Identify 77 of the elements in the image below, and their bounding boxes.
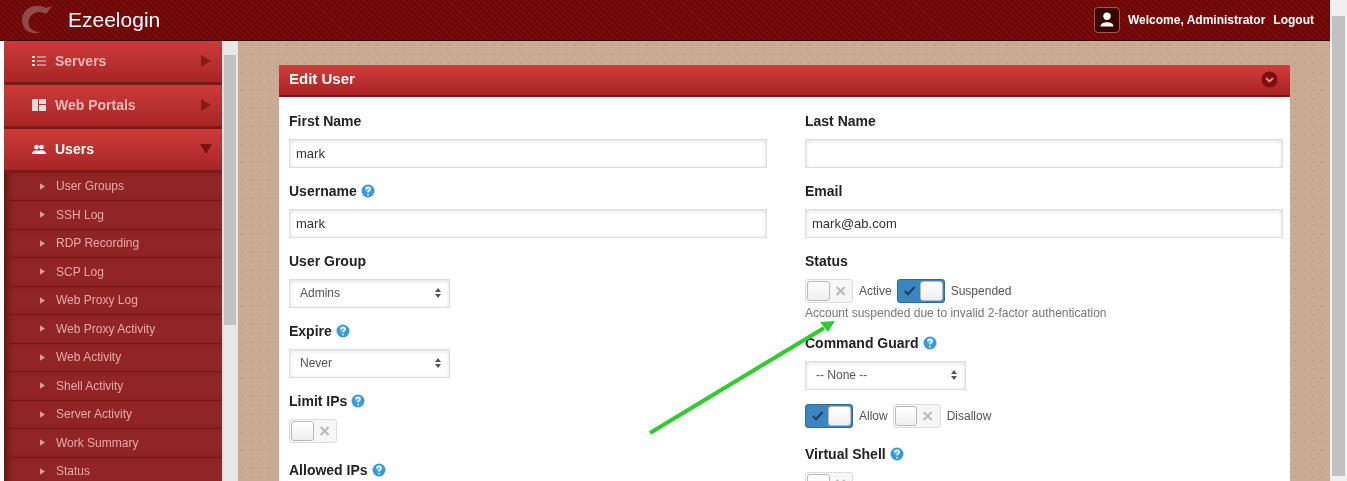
caret-icon [951,370,957,381]
option-label: Suspended [950,282,1012,300]
tiles-icon [32,98,46,113]
bullet-icon [40,410,45,418]
bullet-icon [40,182,45,190]
welcome-text: Welcome, Administrator [1127,11,1266,29]
field-label: User Group [289,251,366,270]
option-label: Disallow [946,407,992,425]
bullet-icon [40,268,45,276]
text-field[interactable] [805,138,1283,168]
caret-icon [435,358,441,369]
cross-icon [922,409,934,422]
bullet-icon [40,353,45,361]
logout-link[interactable]: Logout [1273,10,1314,29]
bullet-icon [40,382,45,390]
list-icon [32,54,46,69]
bullet-icon [40,211,45,219]
field-label: Username [289,181,357,200]
brand-name: Ezeelogin [68,7,161,34]
sidebar-subitem[interactable]: Shell Activity [4,372,222,401]
field-label: Limit IPs [289,391,348,410]
page-scrollbar[interactable] [1330,0,1347,481]
cross-icon [318,424,330,437]
users-icon [32,142,46,157]
sidebar-subitem[interactable]: Web Proxy Log [4,286,222,316]
toggle-switch[interactable] [896,278,945,303]
sidebar-item[interactable]: Web Portals [4,84,222,129]
bullet-icon [40,239,45,247]
text-field[interactable]: mark [289,138,767,168]
field-label: First Name [289,111,362,130]
option-label: Allow [859,407,888,425]
help-icon[interactable] [889,446,904,461]
field-label: Status [805,251,848,270]
status-note: Account suspended due to invalid 2-factor authentication [805,305,1108,320]
sidebar-scrollbar[interactable] [222,40,238,481]
sidebar-item[interactable]: Servers [4,40,222,85]
field-label: Last Name [805,111,876,130]
help-icon[interactable] [371,462,386,477]
bullet-icon [40,325,45,333]
check-icon [903,284,915,297]
option-label: Active [859,282,892,300]
sidebar-subitem[interactable]: SCP Log [4,258,222,287]
dropdown[interactable]: -- None -- [805,360,966,390]
field-label: Email [805,181,843,200]
dropdown[interactable]: Admins [289,278,450,308]
bullet-icon [40,439,45,447]
dropdown[interactable]: Never [289,348,450,378]
field-label: Virtual Shell [805,444,886,463]
caret-right-icon [200,99,212,112]
text-field[interactable]: mark@ab.com [805,208,1283,238]
check-icon [812,409,824,422]
sidebar-subitem[interactable]: User Groups [4,172,222,202]
sidebar-subitem[interactable]: RDP Recording [4,229,222,259]
help-icon[interactable] [335,323,350,338]
help-icon[interactable] [351,393,366,408]
field-label: Expire [289,321,332,340]
caret-icon [435,288,441,299]
bullet-icon [40,296,45,304]
caret-right-icon [200,55,212,68]
caret-down-icon [200,143,212,156]
sidebar-item[interactable]: Users [4,128,222,173]
text-field[interactable]: mark [289,208,767,238]
user-icon [1093,6,1120,33]
collapse-icon[interactable] [1261,71,1278,89]
bullet-icon [40,467,45,475]
sidebar-subitem[interactable]: Web Activity [4,343,222,373]
sidebar-subitem[interactable]: SSH Log [4,201,222,230]
help-icon[interactable] [360,183,375,198]
sidebar-subitem[interactable]: Work Summary [4,429,222,458]
panel-title: Edit User [289,69,355,90]
cross-icon [834,284,846,297]
field-label: Allowed IPs [289,460,368,479]
help-icon[interactable] [922,335,937,350]
sidebar-subitem[interactable]: Server Activity [4,400,222,430]
sidebar-subitem[interactable]: Web Proxy Activity [4,315,222,344]
field-label: Command Guard [805,333,919,352]
toggle-switch[interactable] [805,403,853,428]
